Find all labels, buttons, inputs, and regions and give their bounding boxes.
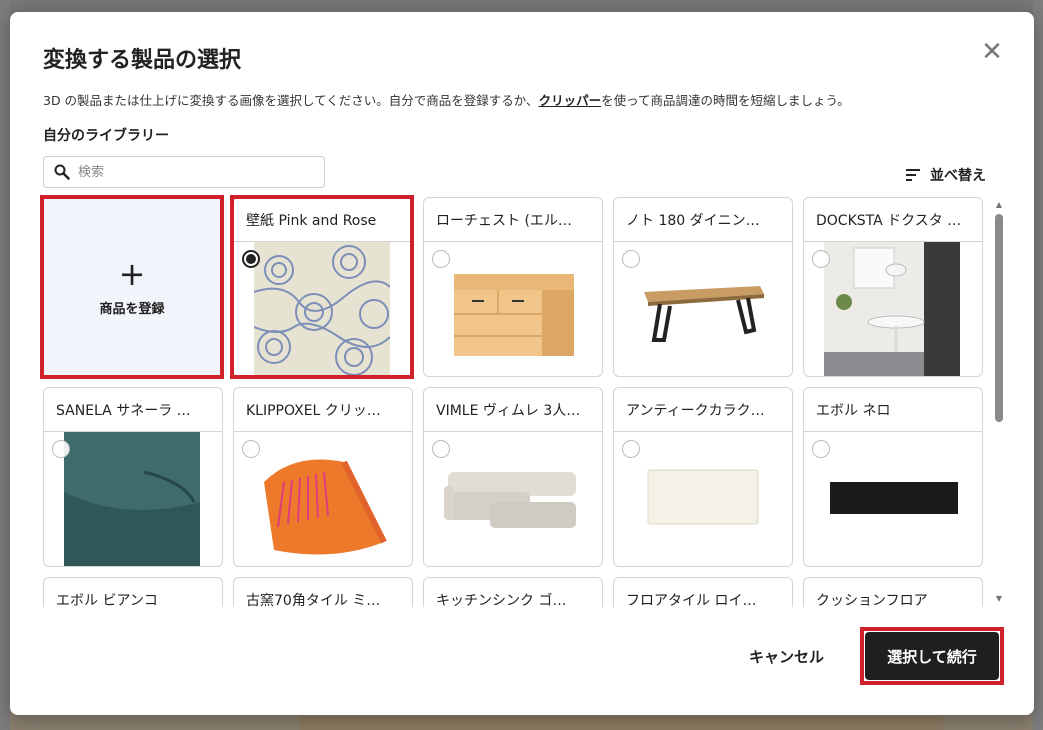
continue-button[interactable]: 選択して続行 — [865, 632, 999, 680]
sort-icon — [906, 169, 920, 181]
product-radio[interactable] — [622, 250, 640, 268]
orange-throw-image — [254, 432, 390, 566]
description-text: 3D の製品または仕上げに変換する画像を選択してください。自分で商品を登録するか… — [43, 93, 539, 108]
dialog-footer: キャンセル 選択して続行 — [749, 627, 1004, 685]
product-card[interactable]: エボル ネロ — [803, 387, 983, 567]
product-title: 古窯70角タイル ミ… — [234, 578, 412, 608]
product-card[interactable]: クッションフロア — [803, 577, 983, 607]
add-product-card[interactable]: + 商品を登録 — [43, 198, 221, 376]
product-radio[interactable] — [242, 250, 260, 268]
grid-scrollbar[interactable]: ▲ ▼ — [994, 200, 1004, 604]
wallpaper-pattern-image — [254, 242, 390, 376]
sort-label: 並べ替え — [930, 168, 986, 184]
product-title: アンティークカラク… — [614, 388, 792, 432]
product-title: SANELA サネーラ … — [44, 388, 222, 432]
product-title: エボル ネロ — [804, 388, 982, 432]
product-title: ノト 180 ダイニン… — [614, 198, 792, 242]
clipper-link[interactable]: クリッパー — [539, 93, 602, 108]
library-heading: 自分のライブラリー — [43, 128, 169, 144]
scroll-down-icon[interactable]: ▼ — [994, 594, 1004, 604]
search-icon — [54, 164, 70, 180]
product-title: 壁紙 Pink and Rose — [234, 198, 412, 242]
product-card[interactable]: 壁紙 Pink and Rose — [233, 197, 413, 377]
teal-cushion-image — [64, 432, 200, 566]
product-radio[interactable] — [52, 440, 70, 458]
highlight-continue: 選択して続行 — [860, 627, 1004, 685]
product-radio[interactable] — [812, 440, 830, 458]
product-card[interactable]: ローチェスト (エル… — [423, 197, 603, 377]
product-title: KLIPPOXEL クリッ… — [234, 388, 412, 432]
sort-button[interactable]: 並べ替え — [906, 165, 986, 185]
product-title: VIMLE ヴィムレ 3人… — [424, 388, 602, 432]
product-card[interactable]: アンティークカラク… — [613, 387, 793, 567]
sofa-image — [444, 432, 580, 566]
product-title: ローチェスト (エル… — [424, 198, 602, 242]
cancel-button[interactable]: キャンセル — [749, 646, 824, 667]
scroll-up-icon[interactable]: ▲ — [994, 200, 1004, 210]
dining-table-image — [634, 242, 770, 376]
description-text-end: を使って商品調達の時間を短縮しましょう。 — [601, 93, 850, 108]
background-strip — [1033, 0, 1043, 730]
product-radio[interactable] — [812, 250, 830, 268]
product-grid: + 商品を登録 壁紙 Pink and Rose ローチェスト (エル… ノト … — [40, 195, 990, 607]
product-title: キッチンシンク ゴ… — [424, 578, 602, 608]
dialog-title: 変換する製品の選択 — [43, 48, 242, 73]
add-product-label: 商品を登録 — [99, 301, 165, 317]
search-input[interactable] — [78, 164, 298, 180]
black-tile-image — [824, 432, 960, 566]
product-title: クッションフロア — [804, 578, 982, 608]
scrollbar-thumb[interactable] — [995, 214, 1003, 422]
product-card[interactable]: KLIPPOXEL クリッ… — [233, 387, 413, 567]
product-title: DOCKSTA ドクスタ … — [804, 198, 982, 242]
product-card[interactable]: 古窯70角タイル ミ… — [233, 577, 413, 607]
product-radio[interactable] — [622, 440, 640, 458]
product-title: エボル ビアンコ — [44, 578, 222, 608]
product-card[interactable]: エボル ビアンコ — [43, 577, 223, 607]
product-radio[interactable] — [432, 440, 450, 458]
product-card[interactable]: キッチンシンク ゴ… — [423, 577, 603, 607]
product-radio[interactable] — [242, 440, 260, 458]
search-box[interactable] — [43, 156, 325, 188]
product-title: フロアタイル ロイ… — [614, 578, 792, 608]
close-icon[interactable]: ✕ — [980, 39, 1004, 65]
product-radio[interactable] — [432, 250, 450, 268]
product-card[interactable]: DOCKSTA ドクスタ … — [803, 197, 983, 377]
plus-icon: + — [118, 254, 146, 293]
product-card[interactable]: ノト 180 ダイニン… — [613, 197, 793, 377]
product-card[interactable]: VIMLE ヴィムレ 3人… — [423, 387, 603, 567]
product-card[interactable]: フロアタイル ロイ… — [613, 577, 793, 607]
dining-room-image — [824, 242, 960, 376]
product-card[interactable]: SANELA サネーラ … — [43, 387, 223, 567]
dialog-description: 3D の製品または仕上げに変換する画像を選択してください。自分で商品を登録するか… — [43, 90, 850, 109]
chest-of-drawers-image — [444, 242, 580, 376]
white-tile-image — [634, 432, 770, 566]
product-select-dialog: 変換する製品の選択 ✕ 3D の製品または仕上げに変換する画像を選択してください… — [10, 12, 1034, 715]
